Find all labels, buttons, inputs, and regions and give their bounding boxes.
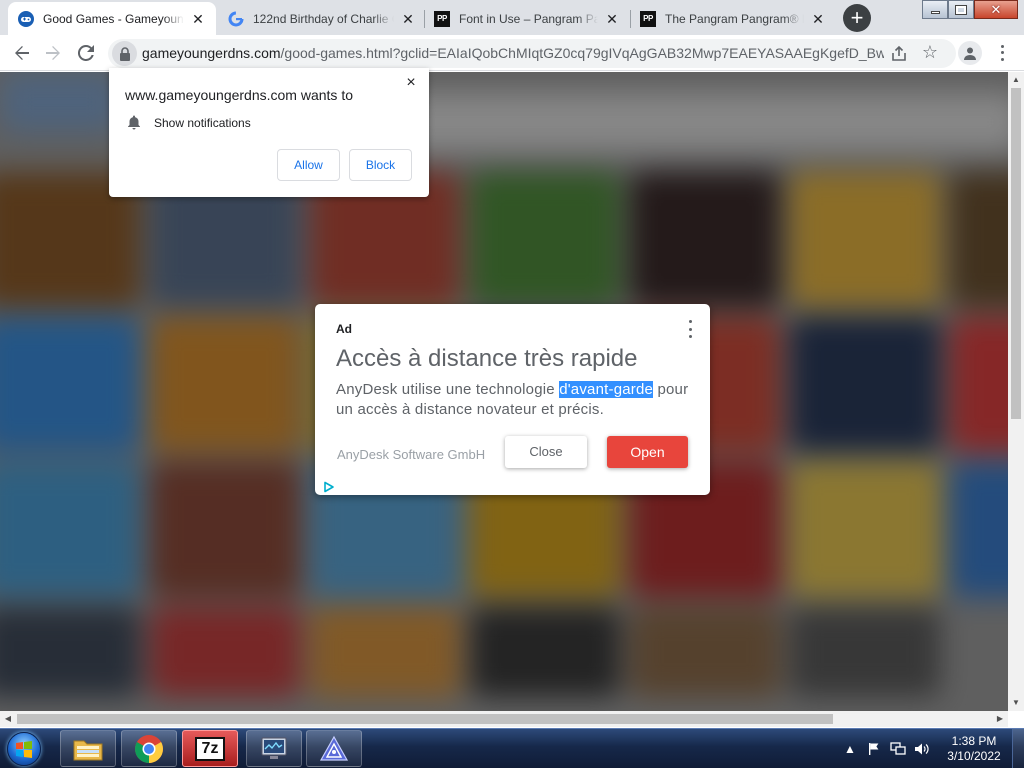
browser-toolbar: gameyoungerdns.com/good-games.html?gclid… <box>0 35 1024 71</box>
close-icon[interactable]: × <box>402 74 420 92</box>
interstitial-ad: Ad Accès à distance très rapide AnyDesk … <box>315 304 710 495</box>
maximize-button[interactable] <box>948 0 974 19</box>
scroll-up-icon[interactable]: ▲ <box>1008 72 1024 88</box>
share-icon[interactable] <box>890 45 908 63</box>
ad-headline[interactable]: Accès à distance très rapide <box>336 345 638 373</box>
back-button[interactable] <box>10 41 34 65</box>
ad-advertiser: AnyDesk Software GmbH <box>337 447 486 462</box>
taskbar-file-explorer[interactable] <box>60 730 116 767</box>
maximize-icon <box>955 4 967 15</box>
pp-logo-icon: PP <box>640 10 656 27</box>
allow-button[interactable]: Allow <box>277 149 340 181</box>
minimize-button[interactable] <box>922 0 948 19</box>
vertical-scrollbar[interactable]: ▲ ▼ <box>1008 72 1024 711</box>
taskbar-7zip[interactable]: 7z <box>182 730 238 767</box>
url-path: /good-games.html?gclid=EAIaIQobChMIqtGZ0… <box>280 45 884 61</box>
scroll-left-icon[interactable]: ◀ <box>0 711 16 727</box>
horizontal-scroll-thumb[interactable] <box>17 714 833 724</box>
notification-permission-popup: www.gameyoungerdns.com wants to × Show n… <box>109 68 429 197</box>
chrome-icon <box>135 734 163 763</box>
taskbar-chrome[interactable] <box>121 730 177 767</box>
back-arrow-icon <box>15 46 29 60</box>
volume-icon[interactable] <box>912 739 932 759</box>
scroll-right-icon[interactable]: ▶ <box>992 711 1008 727</box>
network-monitor-icon <box>261 737 287 759</box>
windows-taskbar: 7z ▲ 1:38 PM 3/10/2022 <box>0 728 1024 768</box>
gamepad-icon <box>18 10 34 27</box>
network-icon[interactable] <box>888 739 908 759</box>
clock-date: 3/10/2022 <box>947 749 1001 763</box>
app-triangle-icon <box>319 735 349 761</box>
show-desktop-button[interactable] <box>1012 729 1024 768</box>
ad-open-button[interactable]: Open <box>607 436 688 468</box>
vertical-scroll-thumb[interactable] <box>1011 88 1021 419</box>
bookmark-star-icon[interactable]: ☆ <box>920 42 940 62</box>
lock-icon <box>119 46 130 61</box>
ad-options-icon[interactable] <box>687 320 693 338</box>
start-button[interactable] <box>4 730 44 768</box>
clock-time: 1:38 PM <box>951 734 997 748</box>
tab-charlie-birthday[interactable]: 122nd Birthday of Charlie C ✕ <box>218 2 426 35</box>
file-explorer-icon <box>73 740 103 760</box>
action-center-flag-icon[interactable] <box>864 739 884 759</box>
reload-icon <box>78 45 94 61</box>
show-hidden-icons-icon[interactable]: ▲ <box>840 739 860 759</box>
taskbar-network-monitor[interactable] <box>246 730 302 767</box>
close-tab-icon[interactable]: ✕ <box>604 11 620 27</box>
ad-body-start: AnyDesk utilise une technologie <box>336 381 560 398</box>
7zip-icon: 7z <box>195 736 225 761</box>
address-bar[interactable]: gameyoungerdns.com/good-games.html?gclid… <box>108 39 956 68</box>
window-controls: ✕ <box>922 0 1018 20</box>
ad-close-button[interactable]: Close <box>505 436 587 468</box>
horizontal-scrollbar[interactable]: ◀ ▶ <box>0 711 1008 727</box>
block-button[interactable]: Block <box>349 149 412 181</box>
minimize-icon <box>930 11 940 14</box>
browser-menu-icon[interactable] <box>993 43 1011 63</box>
system-tray: ▲ <box>840 729 936 768</box>
url-host: gameyoungerdns.com <box>142 45 281 61</box>
tab-title: Font in Use – Pangram Pan <box>459 11 598 26</box>
close-tab-icon[interactable]: ✕ <box>400 11 416 27</box>
site-info-button[interactable] <box>112 41 137 66</box>
tab-strip: Good Games - Gameyoung ✕ 122nd Birthday … <box>0 0 1024 35</box>
reload-button[interactable] <box>74 41 98 65</box>
close-window-button[interactable]: ✕ <box>974 0 1018 19</box>
tab-title: 122nd Birthday of Charlie C <box>253 11 394 26</box>
forward-button[interactable] <box>41 41 65 65</box>
system-clock[interactable]: 1:38 PM 3/10/2022 <box>940 734 1008 764</box>
ad-body-text: AnyDesk utilise une technologie d'avant-… <box>336 380 706 420</box>
bell-icon <box>126 114 142 130</box>
taskbar-app-triangle[interactable] <box>306 730 362 767</box>
new-tab-button[interactable]: + <box>843 4 871 32</box>
tab-title: Good Games - Gameyoung <box>43 11 184 26</box>
forward-arrow-icon <box>46 46 60 60</box>
ad-body-highlight: d'avant-garde <box>559 381 654 398</box>
tab-good-games[interactable]: Good Games - Gameyoung ✕ <box>8 2 216 35</box>
tab-title: The Pangram Pangram® P <box>665 11 804 26</box>
tab-font-in-use[interactable]: PP Font in Use – Pangram Pan ✕ <box>424 2 630 35</box>
windows-logo-icon <box>7 732 41 766</box>
close-tab-icon[interactable]: ✕ <box>810 11 826 27</box>
tab-pangram-pangram[interactable]: PP The Pangram Pangram® P ✕ <box>630 2 836 35</box>
close-tab-icon[interactable]: ✕ <box>190 11 206 27</box>
ad-label: Ad <box>336 322 352 336</box>
url-text[interactable]: gameyoungerdns.com/good-games.html?gclid… <box>142 45 884 61</box>
permission-label: Show notifications <box>154 116 251 130</box>
pp-logo-icon: PP <box>434 10 450 27</box>
google-g-icon <box>228 11 244 27</box>
scroll-down-icon[interactable]: ▼ <box>1008 695 1024 711</box>
permission-title: www.gameyoungerdns.com wants to <box>125 87 353 103</box>
adchoices-icon[interactable] <box>323 480 335 493</box>
profile-avatar-icon[interactable] <box>958 41 982 65</box>
